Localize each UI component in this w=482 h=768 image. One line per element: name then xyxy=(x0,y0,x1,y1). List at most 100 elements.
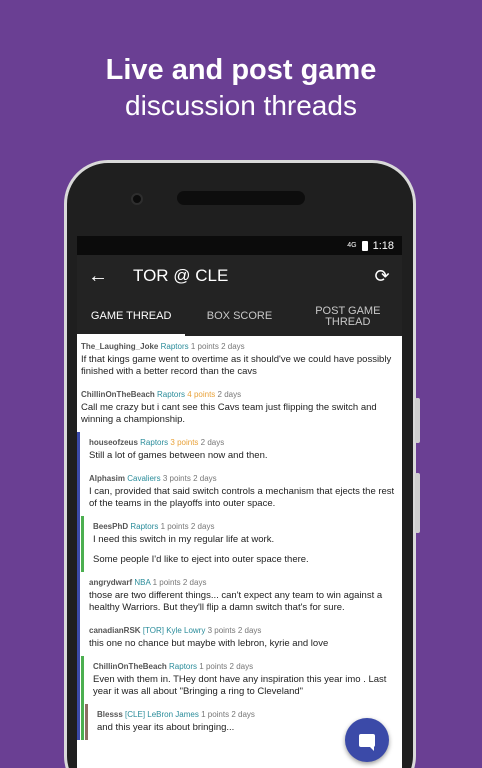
app-screen: 4G 1:18 ← TOR @ CLE ⟳ GAME THREAD BOX SCO… xyxy=(77,236,402,768)
promo-headline: Live and post game discussion threads xyxy=(0,52,482,124)
status-time: 1:18 xyxy=(372,239,394,252)
comment-author[interactable]: Alphasim xyxy=(89,474,125,483)
comment-item[interactable]: angrydwarf NBA 1 points 2 days those are … xyxy=(77,572,402,620)
network-indicator: 4G xyxy=(347,242,357,249)
comment-item[interactable]: ChillinOnTheBeach Raptors 4 points 2 day… xyxy=(77,384,402,432)
comment-meta: The_Laughing_Joke Raptors 1 points 2 day… xyxy=(81,342,396,351)
refresh-icon[interactable]: ⟳ xyxy=(362,266,402,287)
comment-item[interactable]: houseofzeus Raptors 3 points 2 days Still… xyxy=(77,432,402,468)
comment-meta: canadianRSK [TOR] Kyle Lowry 3 points 2 … xyxy=(89,626,396,635)
promo-line-2: discussion threads xyxy=(125,90,357,121)
comment-meta: angrydwarf NBA 1 points 2 days xyxy=(89,578,396,587)
comment-item[interactable]: canadianRSK [TOR] Kyle Lowry 3 points 2 … xyxy=(77,620,402,656)
comment-paragraph: Even with them in. THey dont have any in… xyxy=(93,674,387,697)
comment-flair: Raptors xyxy=(130,522,159,531)
comment-item[interactable]: Alphasim Cavaliers 3 points 2 days I can,… xyxy=(77,468,402,516)
thread-depth-bar xyxy=(77,704,80,740)
comment-age: 2 days xyxy=(190,522,215,531)
comment-author[interactable]: The_Laughing_Joke xyxy=(81,342,158,351)
comment-flair: Raptors xyxy=(157,390,186,399)
page-title: TOR @ CLE xyxy=(133,266,229,285)
comment-points: 1 points xyxy=(201,710,230,719)
comment-author[interactable]: ChillinOnTheBeach xyxy=(81,390,155,399)
comment-age: 2 days xyxy=(217,390,242,399)
comment-points: 1 points xyxy=(152,578,181,587)
comment-body: I need this switch in my regular life at… xyxy=(93,534,396,566)
comment-item[interactable]: ChillinOnTheBeach Raptors 1 points 2 day… xyxy=(77,656,402,704)
tab-box-score[interactable]: BOX SCORE xyxy=(185,297,293,336)
comment-meta: Blesss [CLE] LeBron James 1 points 2 day… xyxy=(97,710,396,719)
tab-game-thread[interactable]: GAME THREAD xyxy=(77,297,186,336)
comment-points: 1 points xyxy=(199,662,228,671)
thread-depth-bar xyxy=(77,656,80,704)
comment-author[interactable]: houseofzeus xyxy=(89,438,138,447)
comment-paragraph: Still a lot of games between now and the… xyxy=(89,450,268,461)
thread-depth-bar xyxy=(77,516,80,572)
comment-points: 3 points xyxy=(207,626,236,635)
thread-depth-bar xyxy=(77,432,80,468)
thread-depth-bar xyxy=(81,516,84,572)
tab-post-game-thread[interactable]: POST GAME THREAD xyxy=(294,297,402,336)
comment-points: 3 points xyxy=(170,438,199,447)
comment-body: those are two different things... can't … xyxy=(89,590,396,614)
comment-age: 2 days xyxy=(237,626,262,635)
promo-line-1: Live and post game xyxy=(105,54,377,86)
comment-author[interactable]: Blesss xyxy=(97,710,123,719)
comment-paragraph: those are two different things... can't … xyxy=(89,590,383,613)
volume-button xyxy=(415,398,420,443)
comment-points: 4 points xyxy=(187,390,216,399)
power-button xyxy=(415,473,420,533)
thread-depth-bar xyxy=(81,656,84,704)
compose-button[interactable] xyxy=(345,718,389,762)
comment-flair: [CLE] LeBron James xyxy=(125,710,199,719)
thread-depth-bar xyxy=(81,704,84,740)
comment-paragraph: If that kings game went to overtime as i… xyxy=(81,354,392,377)
thread-depth-bar xyxy=(77,572,80,620)
comment-meta: ChillinOnTheBeach Raptors 1 points 2 day… xyxy=(93,662,396,671)
comment-paragraph: this one no chance but maybe with lebron… xyxy=(89,638,329,649)
comment-points: 3 points xyxy=(162,474,191,483)
back-arrow-icon[interactable]: ← xyxy=(77,265,119,288)
comment-flair: Raptors xyxy=(169,662,198,671)
comment-author[interactable]: angrydwarf xyxy=(89,578,132,587)
comment-body: I can, provided that said switch control… xyxy=(89,486,396,510)
comment-age: 2 days xyxy=(200,438,225,447)
comment-author[interactable]: BeesPhD xyxy=(93,522,128,531)
comment-points: 1 points xyxy=(160,522,189,531)
app-bar: ← TOR @ CLE ⟳ xyxy=(77,255,402,297)
comment-body: Even with them in. THey dont have any in… xyxy=(93,674,396,698)
comment-age: 2 days xyxy=(221,342,245,351)
comment-body: If that kings game went to overtime as i… xyxy=(81,354,396,378)
tab-label: POST GAME THREAD xyxy=(315,304,381,328)
comment-flair: Raptors xyxy=(140,438,169,447)
status-bar: 4G 1:18 xyxy=(77,236,402,255)
comment-author[interactable]: canadianRSK xyxy=(89,626,141,635)
tab-label: BOX SCORE xyxy=(206,310,273,322)
speaker-grille xyxy=(177,191,305,205)
comment-body: Still a lot of games between now and the… xyxy=(89,450,396,462)
comment-paragraph: I can, provided that said switch control… xyxy=(89,486,395,509)
thread-depth-bar xyxy=(85,704,88,740)
comment-body: this one no chance but maybe with lebron… xyxy=(89,638,396,650)
comment-flair: Cavaliers xyxy=(127,474,161,483)
comment-meta: ChillinOnTheBeach Raptors 4 points 2 day… xyxy=(81,390,396,399)
chat-icon xyxy=(359,733,375,751)
comment-flair: [TOR] Kyle Lowry xyxy=(142,626,206,635)
thread-depth-bar xyxy=(77,620,80,656)
thread-depth-bar xyxy=(77,468,80,516)
comment-meta: houseofzeus Raptors 3 points 2 days xyxy=(89,438,396,447)
comment-author[interactable]: ChillinOnTheBeach xyxy=(93,662,167,671)
comment-age: 2 days xyxy=(193,474,217,483)
comment-age: 2 days xyxy=(182,578,207,587)
comment-paragraph: Some people I'd like to eject into outer… xyxy=(93,554,309,565)
comment-item[interactable]: The_Laughing_Joke Raptors 1 points 2 day… xyxy=(77,336,402,384)
comment-item[interactable]: BeesPhD Raptors 1 points 2 days I need th… xyxy=(77,516,402,572)
comment-paragraph: I need this switch in my regular life at… xyxy=(93,534,275,545)
comment-points: 1 points xyxy=(190,342,219,351)
tab-bar: GAME THREAD BOX SCORE POST GAME THREAD xyxy=(77,297,402,336)
battery-icon xyxy=(361,240,368,251)
comment-flair: Raptors xyxy=(160,342,189,351)
comment-list: The_Laughing_Joke Raptors 1 points 2 day… xyxy=(77,336,402,740)
comment-meta: Alphasim Cavaliers 3 points 2 days xyxy=(89,474,396,483)
comment-paragraph: Call me crazy but i cant see this Cavs t… xyxy=(81,402,377,425)
